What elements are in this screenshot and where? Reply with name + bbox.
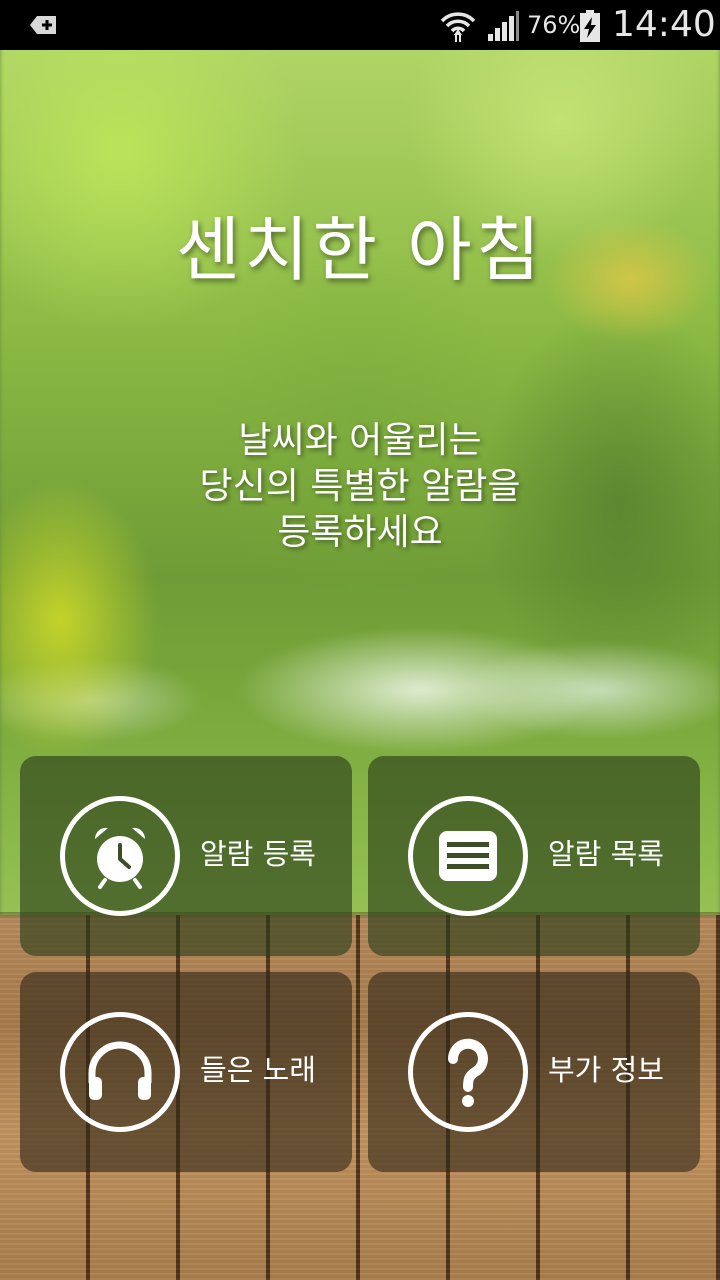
additional-info-button[interactable]: 부가 정보 [368, 972, 700, 1172]
clock-time: 14:40 [612, 4, 716, 45]
listened-songs-button[interactable]: 들은 노래 [20, 972, 352, 1172]
register-alarm-label: 알람 등록 [200, 837, 316, 871]
app-subtitle: 날씨와 어울리는 당신의 특별한 알람을 등록하세요 [0, 418, 720, 556]
icon-circle [60, 1012, 180, 1132]
icon-circle [408, 796, 528, 916]
app-screen: 76% 14:40 센치한 아침 날씨와 어울리는 당신의 특별한 알람을 등록… [0, 0, 720, 1280]
battery-charging-icon [580, 10, 600, 42]
additional-info-label: 부가 정보 [548, 1053, 664, 1087]
list-icon [439, 831, 497, 881]
alarm-list-label: 알람 목록 [548, 837, 664, 871]
register-alarm-button[interactable]: 알람 등록 [20, 756, 352, 956]
alarm-clock-icon [94, 827, 146, 889]
subtitle-line: 날씨와 어울리는 [238, 420, 482, 461]
subtitle-line: 당신의 특별한 알람을 [199, 466, 521, 507]
wifi-icon [440, 12, 476, 42]
alarm-list-button[interactable]: 알람 목록 [368, 756, 700, 956]
icon-circle [60, 796, 180, 916]
question-mark-icon [447, 1038, 488, 1107]
add-box-icon [30, 16, 56, 34]
battery-percent-text: 76% [527, 11, 581, 39]
signal-icon [488, 11, 519, 41]
headphones-icon [88, 1041, 152, 1100]
icon-circle [408, 1012, 528, 1132]
subtitle-line: 등록하세요 [277, 512, 443, 553]
status-bar: 76% 14:40 [0, 0, 720, 50]
listened-songs-label: 들은 노래 [200, 1053, 316, 1087]
app-title: 센치한 아침 [175, 209, 545, 291]
